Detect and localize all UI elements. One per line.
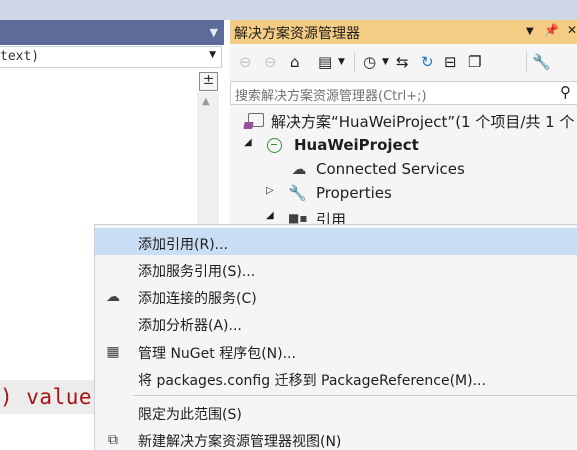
refresh-icon[interactable]: ↻ [421, 53, 434, 71]
search-placeholder: 搜索解决方案资源管理器(Ctrl+;) [235, 89, 427, 104]
search-icon[interactable]: ⚲ [560, 83, 571, 101]
chevron-down-icon[interactable]: ▼ [338, 53, 345, 71]
chevron-down-icon[interactable]: ▼ [382, 53, 389, 71]
home-icon[interactable]: ⌂ [290, 53, 300, 71]
pending-changes-filter-icon[interactable]: ◷ [363, 53, 376, 71]
menu-item-new-explorer-view[interactable]: ⧉ 新建解决方案资源管理器视图(N) [95, 426, 577, 450]
window-menu-icon[interactable]: ▼ [526, 26, 534, 37]
menu-item-label: 添加分析器(A)... [138, 318, 242, 334]
context-menu: 添加引用(R)... 添加服务引用(S)... ☁ 添加连接的服务(C) 添加分… [94, 224, 577, 450]
menu-item-scope-to-this[interactable]: 限定为此范围(S) [95, 399, 577, 426]
tree-item-label: 解决方案“HuaWeiProject”(1 个项目/共 1 个 [271, 113, 575, 131]
solution-explorer: 解决方案资源管理器 ▼ 📌 ✕ ⊖ ⊖ ⌂ ▤ ▼ ◷ ▼ ⇆ ↻ ⊟ ❐ 🔧 … [230, 20, 577, 230]
solution-explorer-titlebar: 解决方案资源管理器 ▼ 📌 ✕ [230, 20, 577, 44]
tree-item-label: Properties [316, 184, 392, 202]
menu-item-label: 将 packages.config 迁移到 PackageReference(M… [138, 373, 486, 389]
close-icon[interactable]: ✕ [567, 23, 577, 37]
switch-views-icon[interactable]: ▤ [318, 53, 332, 71]
title-strip [0, 0, 577, 20]
solution-icon [243, 113, 264, 129]
toolbar-separator [526, 52, 527, 72]
editor-tab-well: ▼ [0, 20, 224, 45]
tree-item-solution[interactable]: 解决方案“HuaWeiProject”(1 个项目/共 1 个 [230, 108, 577, 132]
menu-item-label: 添加服务引用(S)... [138, 264, 256, 280]
tree-item-label: Connected Services [316, 160, 465, 178]
new-view-icon: ⧉ [108, 432, 118, 448]
expanded-arrow-icon[interactable]: ◢ [244, 137, 252, 148]
connected-services-icon: ☁ [291, 160, 307, 178]
tree-item-connected-services[interactable]: ☁ Connected Services [230, 157, 577, 181]
menu-item-label: 限定为此范围(S) [138, 407, 242, 423]
menu-item-label: 管理 NuGet 程序包(N)... [138, 346, 296, 362]
menu-item-label: 添加引用(R)... [138, 237, 229, 253]
split-window-icon[interactable]: ± [199, 72, 218, 91]
tree-item-label: HuaWeiProject [294, 136, 419, 154]
collapsed-arrow-icon[interactable]: ▷ [266, 185, 274, 196]
collapse-all-icon[interactable]: ⊟ [444, 53, 457, 71]
solution-explorer-title: 解决方案资源管理器 [234, 26, 360, 42]
tab-dropdown-icon[interactable]: ▼ [210, 26, 218, 39]
menu-item-add-reference[interactable]: 添加引用(R)... [95, 228, 577, 255]
tree-item-project[interactable]: ◢ HuaWeiProject [230, 133, 577, 157]
expanded-arrow-icon[interactable]: ◢ [266, 210, 274, 221]
menu-item-manage-nuget[interactable]: ▦ 管理 NuGet 程序包(N)... [95, 338, 577, 365]
vertical-scrollbar[interactable]: ▲ [197, 92, 219, 227]
back-icon[interactable]: ⊖ [239, 53, 252, 71]
menu-item-label: 新建解决方案资源管理器视图(N) [138, 434, 342, 450]
navigation-combo[interactable]: text) ▼ [0, 46, 222, 68]
web-project-icon [267, 138, 282, 153]
menu-separator [133, 395, 577, 396]
wrench-icon: 🔧 [288, 184, 307, 202]
solution-explorer-search[interactable]: 搜索解决方案资源管理器(Ctrl+;) ⚲ [230, 81, 577, 105]
navigation-combo-value: text) [0, 49, 40, 64]
show-all-files-icon[interactable]: ❐ [468, 53, 481, 71]
code-text: ) value [0, 380, 97, 414]
forward-icon[interactable]: ⊖ [264, 53, 277, 71]
menu-item-add-connected-service[interactable]: ☁ 添加连接的服务(C) [95, 283, 577, 310]
nuget-package-icon: ▦ [106, 344, 120, 360]
tree-item-properties[interactable]: ▷ 🔧 Properties [230, 181, 577, 205]
chevron-down-icon[interactable]: ▼ [209, 50, 216, 60]
pin-icon[interactable]: 📌 [544, 23, 559, 37]
sync-active-document-icon[interactable]: ⇆ [396, 53, 409, 71]
scroll-up-icon[interactable]: ▲ [202, 96, 210, 107]
menu-item-add-service-reference[interactable]: 添加服务引用(S)... [95, 256, 577, 283]
toolbar-separator [354, 52, 355, 72]
menu-item-migrate-packages[interactable]: 将 packages.config 迁移到 PackageReference(M… [95, 365, 577, 392]
solution-explorer-toolbar: ⊖ ⊖ ⌂ ▤ ▼ ◷ ▼ ⇆ ↻ ⊟ ❐ 🔧 [230, 46, 577, 78]
properties-wrench-icon[interactable]: 🔧 [532, 53, 551, 71]
menu-item-add-analyzer[interactable]: 添加分析器(A)... [95, 310, 577, 337]
connected-service-icon: ☁ [106, 289, 120, 305]
menu-item-label: 添加连接的服务(C) [138, 291, 257, 307]
